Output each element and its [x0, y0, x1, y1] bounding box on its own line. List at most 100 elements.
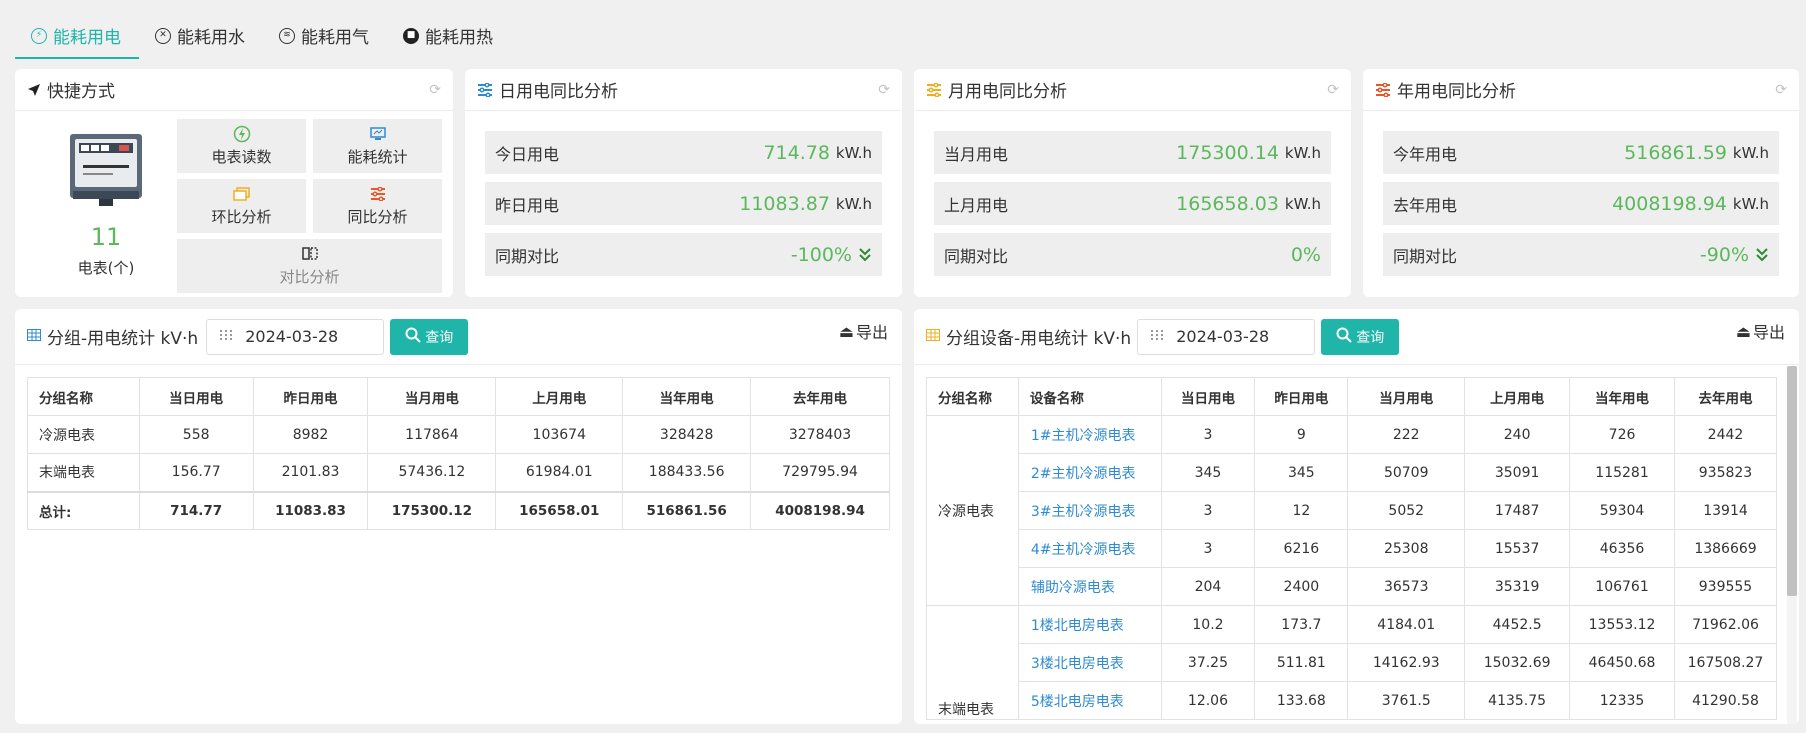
device-link[interactable]: 4#主机冷源电表	[1017, 529, 1162, 568]
group-usage-card: 分组-用电统计 kV·h 2024-03-28 查询 ⏏ 导出 分组名称 当日用…	[15, 309, 902, 724]
tab-gas[interactable]: ≋ 能耗用气	[263, 12, 387, 59]
button-label: 对比分析	[279, 268, 340, 286]
stat-row-yoy: 同期对比 0%	[934, 233, 1331, 276]
button-label: 电表读数	[211, 148, 272, 166]
table-toolbar: 分组-用电统计 kV·h 2024-03-28 查询	[15, 309, 902, 365]
column-header: 当年用电	[622, 377, 752, 416]
refresh-icon[interactable]: ⟳	[1327, 82, 1339, 98]
tab-electricity[interactable]: ⚡ 能耗用电	[15, 12, 139, 59]
query-button[interactable]: 查询	[1321, 318, 1400, 355]
table-cell: 106761	[1569, 567, 1675, 606]
table-cell: 8982	[252, 415, 369, 454]
table-cell: 11083.83	[252, 490, 369, 530]
table-toolbar: 分组设备-用电统计 kV·h 2024-03-28 查询	[914, 309, 1799, 365]
stat-label: 同期对比	[495, 246, 560, 266]
stat-value: 714.78	[763, 141, 830, 164]
card-header: 快捷方式 ⟳	[15, 69, 453, 111]
table-cell: 35091	[1464, 453, 1571, 492]
mom-analysis-button[interactable]: 环比分析	[177, 179, 306, 233]
table-cell: 1386669	[1673, 529, 1778, 568]
device-link[interactable]: 辅助冷源电表	[1017, 567, 1162, 606]
table-cell: 15537	[1464, 529, 1571, 568]
stat-row-today: 今日用电 714.78 kW.h	[485, 131, 882, 174]
device-link[interactable]: 3楼北电房电表	[1017, 643, 1162, 682]
table-cell: 4008198.94	[750, 490, 890, 530]
stat-row-yesterday: 昨日用电 11083.87 kW.h	[485, 182, 882, 225]
table-cell: 222	[1347, 415, 1466, 454]
device-link[interactable]: 5楼北电房电表	[1017, 681, 1162, 720]
table-cell: 4452.5	[1464, 605, 1571, 644]
table-title: 分组设备-用电统计 kV·h	[946, 329, 1132, 349]
table-header-row: 分组名称 设备名称 当日用电 昨日用电 当月用电 上月用电 当年用电 去年用电	[926, 377, 1778, 416]
meter-reading-button[interactable]: 电表读数	[177, 119, 306, 173]
table-cell: 41290.58	[1673, 681, 1778, 720]
table-cell: 511.81	[1254, 643, 1349, 682]
date-picker[interactable]: 2024-03-28	[206, 318, 385, 355]
group-name-cell: 末端电表	[926, 605, 1019, 720]
device-link[interactable]: 1楼北电房电表	[1017, 605, 1162, 644]
table-cell: 57436.12	[367, 453, 497, 492]
card-title: 年用电同比分析	[1397, 82, 1516, 102]
table-cell: 50709	[1347, 453, 1466, 492]
table-cell: 61984.01	[495, 453, 624, 492]
column-header: 昨日用电	[1254, 377, 1349, 416]
device-link[interactable]: 2#主机冷源电表	[1017, 453, 1162, 492]
table-row: 4#主机冷源电表 3 6216 25308 15537 46356 138666…	[927, 529, 1778, 568]
card-header: 日用电同比分析 ⟳	[465, 69, 902, 111]
table-cell: 240	[1464, 415, 1571, 454]
device-link[interactable]: 1#主机冷源电表	[1017, 415, 1162, 454]
stat-label: 今年用电	[1393, 144, 1458, 164]
table-cell: 3	[1160, 529, 1256, 568]
table-cell: 6216	[1254, 529, 1349, 568]
table-cell: 35319	[1464, 567, 1571, 606]
export-button[interactable]: ⏏ 导出	[1736, 319, 1785, 343]
refresh-icon[interactable]: ⟳	[878, 82, 890, 98]
table-cell: 36573	[1347, 567, 1466, 606]
table-cell: 133.68	[1254, 681, 1349, 720]
table-cell: 935823	[1673, 453, 1778, 492]
export-label: 导出	[855, 323, 888, 342]
button-label: 环比分析	[211, 208, 272, 226]
date-picker[interactable]: 2024-03-28	[1137, 318, 1316, 355]
export-icon: ⏏	[838, 321, 854, 341]
device-link[interactable]: 3#主机冷源电表	[1017, 491, 1162, 530]
monthly-yoy-card: 月用电同比分析 ⟳ 当月用电 175300.14 kW.h 上月用电 16565…	[914, 69, 1351, 297]
table-cell: 总计:	[27, 490, 140, 530]
export-button[interactable]: ⏏ 导出	[839, 319, 888, 343]
table-cell: 46356	[1569, 529, 1675, 568]
table-cell: 9	[1254, 415, 1349, 454]
calendar-icon	[1150, 327, 1164, 346]
energy-stats-button[interactable]: 能耗统计	[313, 119, 442, 173]
query-button[interactable]: 查询	[390, 318, 469, 355]
table-row: 冷源电表 1#主机冷源电表 3 9 222 240 726 2442	[926, 415, 1778, 606]
stat-value: 4008198.94	[1612, 192, 1727, 215]
table-cell: 10.2	[1160, 605, 1256, 644]
column-header: 当年用电	[1569, 377, 1675, 416]
refresh-icon[interactable]: ⟳	[1775, 82, 1787, 98]
energy-tabs: ⚡ 能耗用电 ✕ 能耗用水 ≋ 能耗用气 ■ 能耗用热	[15, 12, 511, 59]
table-header-row: 分组名称 当日用电 昨日用电 当月用电 上月用电 当年用电 去年用电	[27, 377, 890, 416]
group-name-cell: 冷源电表	[926, 415, 1019, 606]
stat-value: 0%	[1290, 243, 1321, 266]
table-cell: 5052	[1347, 491, 1466, 530]
stat-unit: kW.h	[1732, 194, 1769, 213]
tab-heat[interactable]: ■ 能耗用热	[387, 12, 511, 59]
table-cell: 729795.94	[750, 453, 890, 492]
column-header: 设备名称	[1017, 377, 1162, 416]
comparison-analysis-button[interactable]: 对比分析	[177, 239, 442, 293]
refresh-icon[interactable]: ⟳	[429, 82, 441, 98]
stat-label: 同期对比	[1393, 246, 1458, 266]
table-cell: 2442	[1673, 415, 1778, 454]
tab-label: 能耗用气	[301, 28, 369, 48]
stat-label: 当月用电	[944, 144, 1009, 164]
monitor-icon	[369, 125, 386, 143]
column-header: 上月用电	[495, 377, 624, 416]
tab-water[interactable]: ✕ 能耗用水	[139, 12, 263, 59]
device-usage-card: 分组设备-用电统计 kV·h 2024-03-28 查询 ⏏ 导出 分组名称 设…	[914, 309, 1799, 724]
yoy-analysis-button[interactable]: 同比分析	[313, 179, 442, 233]
yearly-yoy-card: 年用电同比分析 ⟳ 今年用电 516861.59 kW.h 去年用电 40081…	[1363, 69, 1799, 297]
table-cell: 37.25	[1160, 643, 1256, 682]
table-cell: 4184.01	[1347, 605, 1466, 644]
scrollbar-thumb[interactable]	[1787, 366, 1797, 596]
card-header: 月用电同比分析 ⟳	[914, 69, 1351, 111]
